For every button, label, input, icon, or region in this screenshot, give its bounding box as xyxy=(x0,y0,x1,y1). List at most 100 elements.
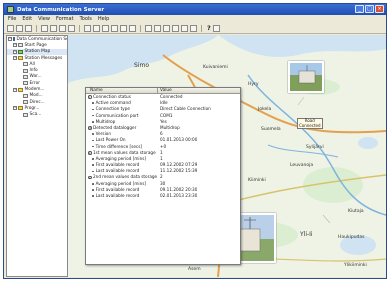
folder-icon xyxy=(18,87,23,92)
station-properties-panel[interactable]: Name Value i Connection status Connected Ac… xyxy=(85,87,241,265)
map-place-label: Leuvanoja xyxy=(290,163,314,168)
page-icon xyxy=(23,93,28,98)
toolbar-separator xyxy=(36,24,37,32)
refresh-icon[interactable] xyxy=(129,24,136,32)
station-photo-marker[interactable] xyxy=(288,61,324,93)
bullet-icon xyxy=(92,133,94,136)
navigation-tree[interactable]: −Data Communication Server−Start Page−St… xyxy=(6,35,68,277)
page-icon xyxy=(23,112,28,117)
map-place-label: Ylikiiminki xyxy=(344,263,367,268)
minimize-button[interactable]: _ xyxy=(355,5,364,13)
save-icon[interactable] xyxy=(25,24,32,32)
page-icon xyxy=(23,100,28,105)
storage-icon: s xyxy=(88,151,92,156)
page-icon xyxy=(23,81,28,86)
tree-item-label: Data Communication Server xyxy=(16,36,68,42)
server-icon xyxy=(13,37,15,42)
map-place-label: Suomela xyxy=(261,127,281,132)
print-icon[interactable] xyxy=(181,24,188,32)
expand-toggle-icon[interactable]: − xyxy=(13,43,17,48)
map-place-label: Haukipudas xyxy=(338,235,365,240)
folder-icon xyxy=(18,106,23,111)
tree-item-label: Sca... xyxy=(29,112,42,118)
disconnect-icon[interactable] xyxy=(120,24,127,32)
expand-toggle-icon[interactable]: − xyxy=(13,106,17,111)
bullet-icon xyxy=(92,102,94,105)
toolbar-separator xyxy=(201,24,202,32)
bullet-icon xyxy=(92,182,94,185)
close-button[interactable]: × xyxy=(375,5,384,13)
toolbar-separator xyxy=(140,24,141,32)
bullet-icon xyxy=(92,108,94,111)
menu-tools[interactable]: Tools xyxy=(80,16,92,22)
help-icon[interactable]: ? xyxy=(207,24,211,32)
cut-icon[interactable] xyxy=(41,24,48,32)
delete-icon[interactable] xyxy=(68,24,75,32)
app-window: Data Communication Server _ □ × File Edi… xyxy=(3,3,387,279)
menu-edit[interactable]: Edit xyxy=(22,16,32,22)
map-place-label: Asem xyxy=(188,267,201,272)
bullet-icon xyxy=(92,164,94,166)
tree-item[interactable]: Sca... xyxy=(7,112,67,118)
forward-icon[interactable] xyxy=(93,24,100,32)
map-place-label: Kiiminki xyxy=(248,178,266,183)
expand-toggle-icon[interactable]: − xyxy=(8,37,12,42)
property-value: 11.12.2002 15:39 xyxy=(160,168,198,174)
property-row[interactable]: Last available record 02.01.2013 23:30 xyxy=(86,193,240,199)
page-icon xyxy=(23,74,28,79)
tree-item-label: Station Messages xyxy=(24,55,63,61)
tree-item[interactable]: −Data Communication Server xyxy=(7,36,67,42)
paste-icon[interactable] xyxy=(59,24,66,32)
menu-format[interactable]: Format xyxy=(56,16,74,22)
back-icon[interactable] xyxy=(84,24,91,32)
bullet-icon xyxy=(92,145,94,148)
tree-item-label: Progr... xyxy=(24,105,40,111)
toolbar: ? xyxy=(4,23,386,34)
map-place-label: Yli-Ii xyxy=(300,231,313,238)
folder-icon xyxy=(18,56,23,61)
storage-icon: s xyxy=(88,175,92,180)
menu-file[interactable]: File xyxy=(8,16,16,22)
about-icon[interactable] xyxy=(212,24,220,32)
tree-item-label: Station Map xyxy=(24,49,51,55)
connect-icon[interactable] xyxy=(111,24,118,32)
toolbar-separator xyxy=(79,24,80,32)
menu-bar: File Edit View Format Tools Help xyxy=(4,15,386,23)
value-column-header[interactable]: Value xyxy=(158,88,172,93)
report-icon[interactable] xyxy=(190,24,197,32)
maximize-button[interactable]: □ xyxy=(365,5,374,13)
map-place-label: Sylijärvi xyxy=(306,145,324,150)
property-value: 02.01.2013 23:30 xyxy=(160,193,198,198)
name-column-header[interactable]: Name xyxy=(86,88,158,93)
photo-caption-line2: Connected xyxy=(299,122,321,128)
map-place-label: Simo xyxy=(134,62,149,69)
bullet-icon xyxy=(92,158,94,160)
menu-view[interactable]: View xyxy=(38,16,50,22)
map-place-label: Hyry xyxy=(248,82,259,87)
map-place-label: Jokela xyxy=(258,107,272,112)
up-icon[interactable] xyxy=(102,24,109,32)
map-place-label: Kuivaniemi xyxy=(203,65,228,70)
chart-icon[interactable] xyxy=(145,24,152,32)
table-icon[interactable] xyxy=(154,24,161,32)
page-icon xyxy=(23,68,28,73)
title-bar[interactable]: Data Communication Server _ □ × xyxy=(4,4,386,15)
tree-item-label: War... xyxy=(29,74,42,80)
expand-toggle-icon[interactable]: − xyxy=(13,49,17,54)
open-icon[interactable] xyxy=(16,24,23,32)
new-icon[interactable] xyxy=(7,24,14,32)
map-icon[interactable] xyxy=(163,24,170,32)
settings-icon[interactable] xyxy=(172,24,179,32)
expand-toggle-icon[interactable]: − xyxy=(13,56,17,61)
page-icon xyxy=(18,43,23,48)
expand-toggle-icon[interactable]: − xyxy=(13,87,17,92)
tree-item-label: Info xyxy=(29,68,38,74)
tree-item-label: Direc... xyxy=(29,99,45,105)
tree-item-label: Start Page xyxy=(24,42,47,48)
tree-item-label: Modem... xyxy=(24,87,45,93)
bullet-icon xyxy=(92,195,94,197)
copy-icon[interactable] xyxy=(50,24,57,32)
datalogger-icon: d xyxy=(88,126,92,131)
menu-help[interactable]: Help xyxy=(98,16,109,22)
map-icon xyxy=(18,49,23,54)
